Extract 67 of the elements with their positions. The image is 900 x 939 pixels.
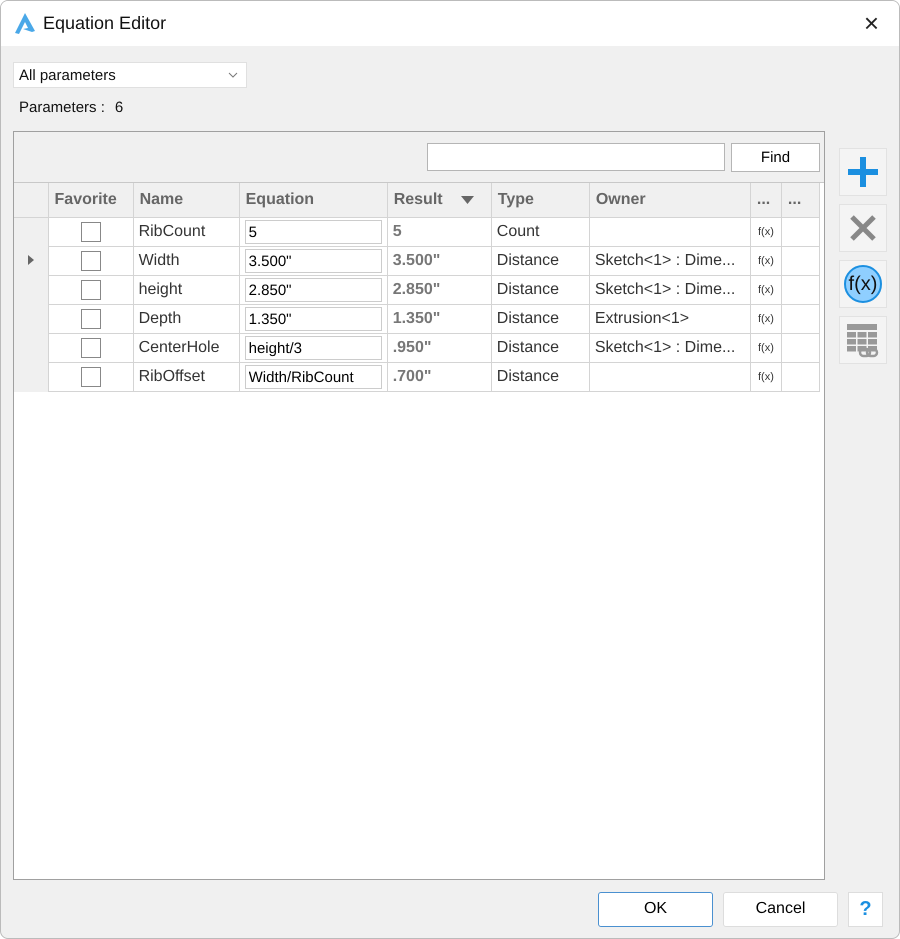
function-button[interactable]: f(x) <box>839 260 887 308</box>
table-cell: 2.850" <box>387 276 492 304</box>
table-cell: Sketch<1> : Dime... <box>589 246 750 276</box>
favorite-checkbox[interactable] <box>80 280 101 300</box>
table-link-icon <box>846 322 880 358</box>
favorite-checkbox[interactable] <box>80 251 101 271</box>
sort-arrow-icon <box>460 196 474 204</box>
favorite-checkbox[interactable] <box>80 309 101 329</box>
table-cell: Depth <box>133 304 240 334</box>
table-cell: height <box>133 276 240 304</box>
cross-icon <box>849 214 877 242</box>
column-header[interactable]: Type <box>491 183 590 218</box>
column-header[interactable]: Favorite <box>48 183 134 218</box>
table-cell: Sketch<1> : Dime... <box>589 334 750 362</box>
equation-field[interactable]: 1.350" <box>244 307 382 331</box>
table-cell: Distance <box>491 334 590 362</box>
function-cell[interactable]: f(x) <box>750 362 782 392</box>
table-cell: .700" <box>387 362 492 392</box>
window-title: Equation Editor <box>43 13 168 34</box>
parameters-label: Parameters : <box>19 99 105 116</box>
equation-field[interactable]: height/3 <box>244 336 382 360</box>
chevron-icon <box>228 72 238 78</box>
favorite-checkbox[interactable] <box>80 367 101 387</box>
column-header[interactable]: ... <box>781 183 820 218</box>
plus-icon <box>846 155 880 189</box>
function-cell[interactable]: f(x) <box>750 304 782 334</box>
table-cell: Distance <box>491 304 590 334</box>
filter-dropdown[interactable]: All parameters <box>13 62 247 88</box>
link-table-button[interactable] <box>839 316 887 364</box>
function-cell[interactable]: f(x) <box>750 276 782 304</box>
table-cell: .950" <box>387 334 492 362</box>
column-header[interactable]: ... <box>750 183 782 218</box>
table-cell: Sketch<1> : Dime... <box>589 276 750 304</box>
equation-field[interactable]: Width/RibCount <box>244 365 382 389</box>
column-header[interactable]: Result <box>387 183 492 218</box>
function-cell[interactable]: f(x) <box>750 334 782 362</box>
equation-field[interactable]: 5 <box>244 220 382 244</box>
search-field[interactable] <box>427 143 725 171</box>
table-cell: RibCount <box>133 218 240 246</box>
column-header[interactable]: Name <box>133 183 240 218</box>
equation-field[interactable]: 3.500" <box>244 249 382 273</box>
dialog-button[interactable]: OK <box>598 892 713 926</box>
table-cell: 3.500" <box>387 246 492 276</box>
table-cell: CenterHole <box>133 334 240 362</box>
table-cell: RibOffset <box>133 362 240 392</box>
favorite-checkbox[interactable] <box>80 338 101 358</box>
table-cell: Count <box>491 218 590 246</box>
app-logo-icon <box>13 12 37 36</box>
function-cell[interactable]: f(x) <box>750 218 782 246</box>
column-header[interactable]: Owner <box>589 183 750 218</box>
table-cell: Extrusion<1> <box>589 304 750 334</box>
add-button[interactable] <box>839 148 887 196</box>
dialog-button[interactable]: Cancel <box>723 892 838 926</box>
table-cell: Distance <box>491 246 590 276</box>
delete-button[interactable] <box>839 204 887 252</box>
table-cell: 1.350" <box>387 304 492 334</box>
function-cell[interactable]: f(x) <box>750 246 782 276</box>
parameters-count: 6 <box>114 99 124 116</box>
column-header[interactable]: Equation <box>239 183 388 218</box>
close-button[interactable]: × <box>856 8 887 39</box>
table-cell: Distance <box>491 276 590 304</box>
table-cell: Width <box>133 246 240 276</box>
equation-field[interactable]: 2.850" <box>244 278 382 302</box>
table-cell: 5 <box>387 218 492 246</box>
favorite-checkbox[interactable] <box>80 222 101 242</box>
table-cell: Distance <box>491 362 590 392</box>
find-button[interactable]: Find <box>731 142 820 172</box>
